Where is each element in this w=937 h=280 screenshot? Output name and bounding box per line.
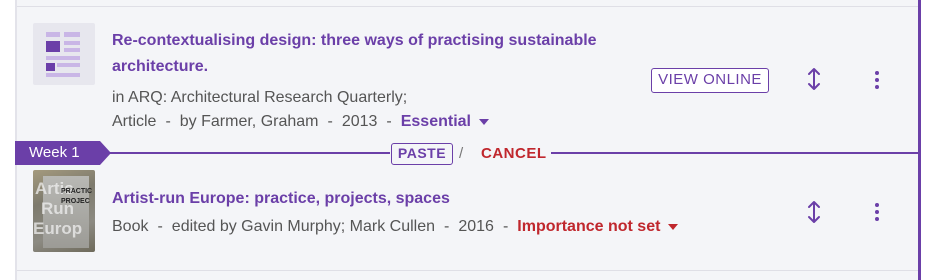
separator: - <box>386 113 392 130</box>
importance-label[interactable]: Importance not set <box>517 218 660 235</box>
separator: - <box>502 218 509 235</box>
importance-dropdown[interactable]: Importance not set <box>517 218 679 235</box>
paste-button[interactable]: PASTE <box>391 143 453 165</box>
document-icon <box>33 23 95 85</box>
importance-dropdown[interactable]: Essential <box>401 113 489 130</box>
chevron-down-icon[interactable] <box>479 118 489 125</box>
separator: / <box>459 145 464 162</box>
cancel-button[interactable]: CANCEL <box>481 144 547 164</box>
separator: - <box>327 113 333 130</box>
item-year: 2016 <box>458 218 494 235</box>
item-author: edited by Gavin Murphy; Mark Cullen <box>171 218 436 235</box>
item-title-line[interactable]: Re-contextualising design: three ways of… <box>112 32 597 49</box>
more-vertical-icon[interactable] <box>873 69 881 91</box>
cover-text: Europ <box>33 219 83 238</box>
view-online-button[interactable]: VIEW ONLINE <box>651 68 769 93</box>
separator: - <box>444 218 450 235</box>
paste-indicator-line <box>551 152 921 154</box>
item-year: 2013 <box>341 113 378 130</box>
item-title-link[interactable]: Re-contextualising design: three ways of… <box>112 28 597 80</box>
item-meta: Book - edited by Gavin Murphy; Mark Cullen… <box>112 215 679 239</box>
separator: - <box>165 113 171 130</box>
book-cover-thumbnail[interactable]: Artis Run Europ PRACTIC PROJEC <box>33 170 95 252</box>
divider <box>17 6 918 7</box>
week-label: Week 1 <box>29 144 80 161</box>
item-type: Article <box>112 113 157 130</box>
divider <box>17 270 918 271</box>
move-vertical-icon[interactable] <box>806 200 822 224</box>
item-title-link[interactable]: Artist-run Europe: practice, projects, s… <box>112 186 450 212</box>
item-type: Book <box>112 218 149 235</box>
importance-label[interactable]: Essential <box>401 113 471 130</box>
item-meta: Article - by Farmer, Graham -2013- Essential <box>112 110 489 134</box>
more-vertical-icon[interactable] <box>873 201 881 223</box>
item-author: by Farmer, Graham <box>179 113 319 130</box>
item-source: in ARQ: Architectural Research Quarterly… <box>112 89 408 106</box>
cover-text: PROJEC <box>61 198 90 205</box>
paste-indicator-line <box>100 152 390 154</box>
move-vertical-icon[interactable] <box>806 67 822 91</box>
cover-text: PRACTIC <box>61 188 93 195</box>
separator: - <box>157 218 163 235</box>
item-title-line[interactable]: architecture. <box>112 58 208 75</box>
chevron-down-icon[interactable] <box>668 223 679 230</box>
